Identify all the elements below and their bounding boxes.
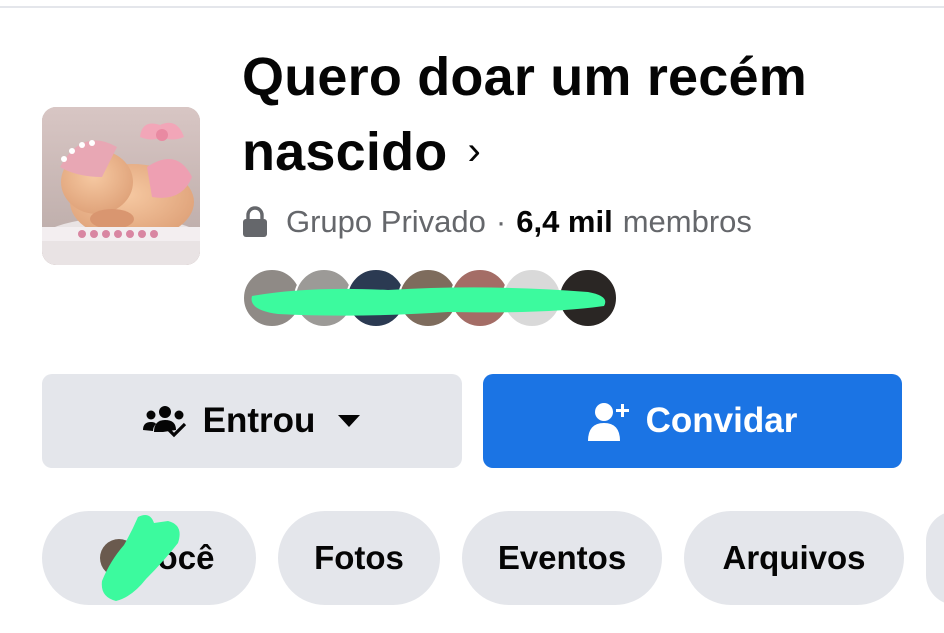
tab-events-label: Eventos [497, 539, 627, 576]
tab-files-label: Arquivos [722, 539, 866, 576]
baby-photo-image [42, 107, 200, 265]
group-title-line2: nascido [242, 122, 448, 182]
meta-separator: · [495, 204, 507, 239]
joined-label: Entrou [202, 401, 316, 440]
caret-down-icon [337, 414, 361, 428]
group-title[interactable]: Quero doar um recém nascido › [242, 40, 902, 189]
member-avatars[interactable] [242, 268, 622, 332]
add-person-icon [587, 401, 630, 441]
top-divider [0, 6, 944, 8]
joined-button[interactable]: Entrou [42, 374, 462, 468]
redaction-mark [101, 515, 180, 601]
tab-files[interactable]: Arquivos [684, 511, 904, 605]
member-label[interactable]: membros [623, 204, 752, 240]
invite-button[interactable]: Convidar [483, 374, 902, 468]
member-count[interactable]: 6,4 mil [516, 204, 613, 240]
tab-photos[interactable]: Fotos [278, 511, 440, 605]
privacy-label: Grupo Privado [286, 204, 486, 239]
tab-photos-label: Fotos [314, 539, 404, 576]
chevron-right-icon: › [467, 129, 481, 173]
group-cover-photo[interactable] [42, 107, 200, 265]
invite-label: Convidar [645, 401, 798, 440]
lock-icon [242, 206, 268, 238]
tab-you[interactable]: Você [42, 511, 256, 605]
tab-events[interactable]: Eventos [462, 511, 662, 605]
tab-more-partial[interactable] [926, 511, 944, 605]
group-title-line1: Quero doar um recém [242, 47, 807, 107]
group-members-check-icon [142, 404, 187, 438]
redaction-mark [251, 287, 606, 316]
group-meta: Grupo Privado · 6,4 mil membros [242, 200, 752, 244]
